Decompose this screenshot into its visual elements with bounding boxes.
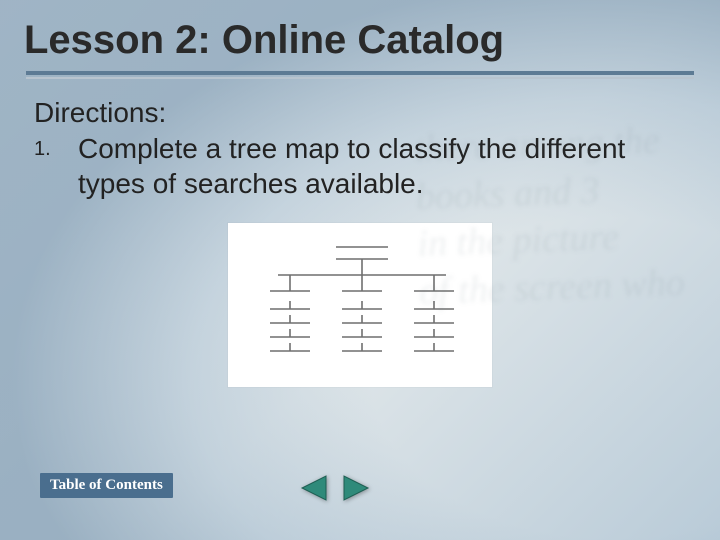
directions-heading: Directions: bbox=[34, 97, 686, 129]
item-text: Complete a tree map to classify the diff… bbox=[78, 131, 686, 201]
next-arrow-icon[interactable] bbox=[342, 474, 372, 502]
prev-arrow-icon[interactable] bbox=[298, 474, 328, 502]
list-item: 1. Complete a tree map to classify the d… bbox=[34, 131, 686, 201]
slide: there among thebooks and 3in the picture… bbox=[0, 0, 720, 540]
divider-thick bbox=[26, 71, 694, 75]
title-area: Lesson 2: Online Catalog bbox=[0, 0, 720, 69]
slide-body: Directions: 1. Complete a tree map to cl… bbox=[0, 79, 720, 387]
nav-controls bbox=[298, 474, 372, 502]
treemap-thumbnail bbox=[228, 223, 492, 387]
item-number: 1. bbox=[34, 131, 78, 201]
treemap-icon bbox=[228, 223, 492, 387]
slide-title: Lesson 2: Online Catalog bbox=[24, 18, 696, 63]
table-of-contents-button[interactable]: Table of Contents bbox=[40, 473, 173, 498]
